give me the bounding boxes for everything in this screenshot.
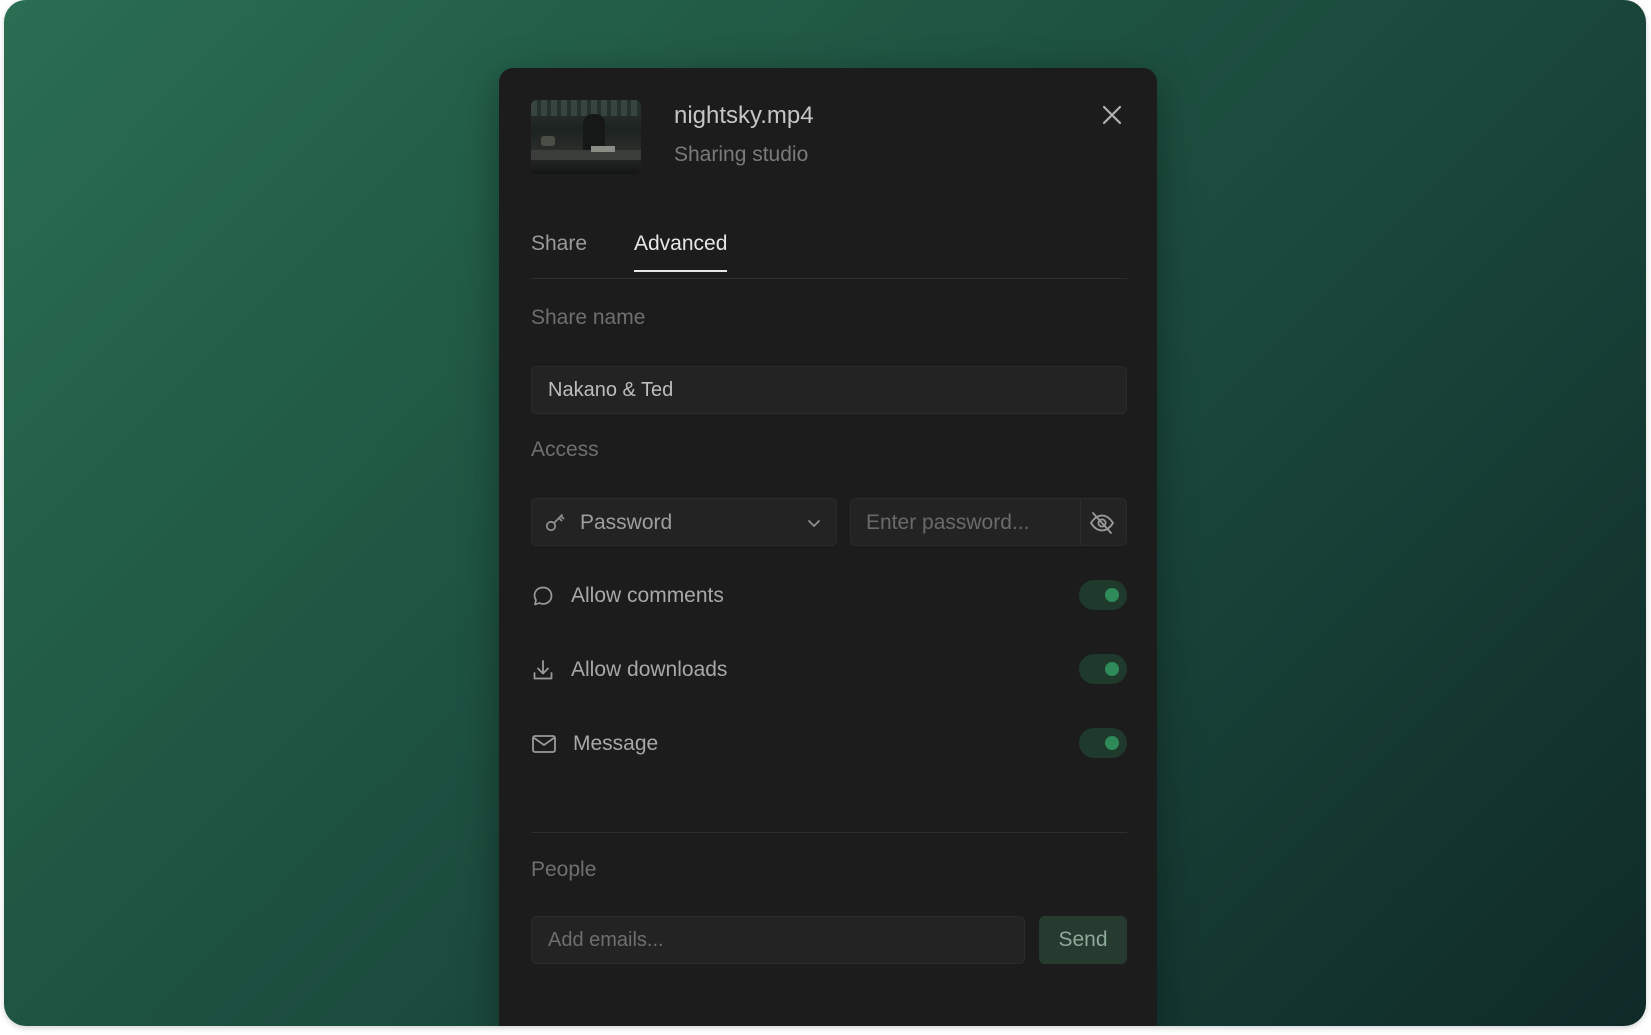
email-placeholder: Add emails...: [548, 928, 664, 951]
field-divider: [1080, 499, 1081, 545]
password-placeholder: Enter password...: [866, 511, 1030, 534]
file-subtitle: Sharing studio: [674, 143, 809, 166]
eye-off-icon[interactable]: [1088, 509, 1116, 537]
option-message: Message: [531, 724, 1127, 764]
comment-icon: [533, 586, 553, 606]
send-button[interactable]: Send: [1039, 916, 1127, 964]
tab-bar: Share Advanced: [531, 224, 1127, 279]
access-mode-value: Password: [580, 511, 673, 534]
allow-downloads-toggle[interactable]: [1079, 654, 1127, 684]
option-allow-comments: Allow comments: [531, 576, 1127, 616]
option-allow-downloads: Allow downloads: [531, 650, 1127, 690]
share-dialog: nightsky.mp4 Sharing studio Share Advanc…: [499, 68, 1157, 1026]
section-divider: [531, 832, 1127, 833]
tab-share[interactable]: Share: [531, 232, 587, 270]
share-name-input[interactable]: Nakano & Ted: [531, 366, 1127, 414]
close-icon: [1102, 105, 1122, 125]
page-backdrop: nightsky.mp4 Sharing studio Share Advanc…: [4, 0, 1646, 1026]
close-button[interactable]: [1097, 100, 1127, 130]
access-mode-select[interactable]: Password: [531, 498, 837, 546]
allow-comments-toggle[interactable]: [1079, 580, 1127, 610]
chevron-down-icon: [808, 520, 820, 527]
video-thumbnail: [531, 100, 641, 174]
message-toggle[interactable]: [1079, 728, 1127, 758]
mail-icon: [532, 735, 556, 753]
option-label: Message: [573, 732, 659, 755]
share-name-label: Share name: [531, 306, 646, 329]
option-label: Allow downloads: [571, 658, 728, 681]
password-input[interactable]: Enter password...: [850, 498, 1127, 546]
access-label: Access: [531, 438, 599, 461]
option-label: Allow comments: [571, 584, 724, 607]
file-name: nightsky.mp4: [674, 102, 814, 129]
people-label: People: [531, 858, 597, 881]
email-input[interactable]: Add emails...: [531, 916, 1025, 964]
key-icon: [545, 514, 565, 532]
tab-advanced[interactable]: Advanced: [634, 232, 728, 272]
share-name-value: Nakano & Ted: [548, 378, 674, 401]
download-icon: [533, 660, 553, 680]
